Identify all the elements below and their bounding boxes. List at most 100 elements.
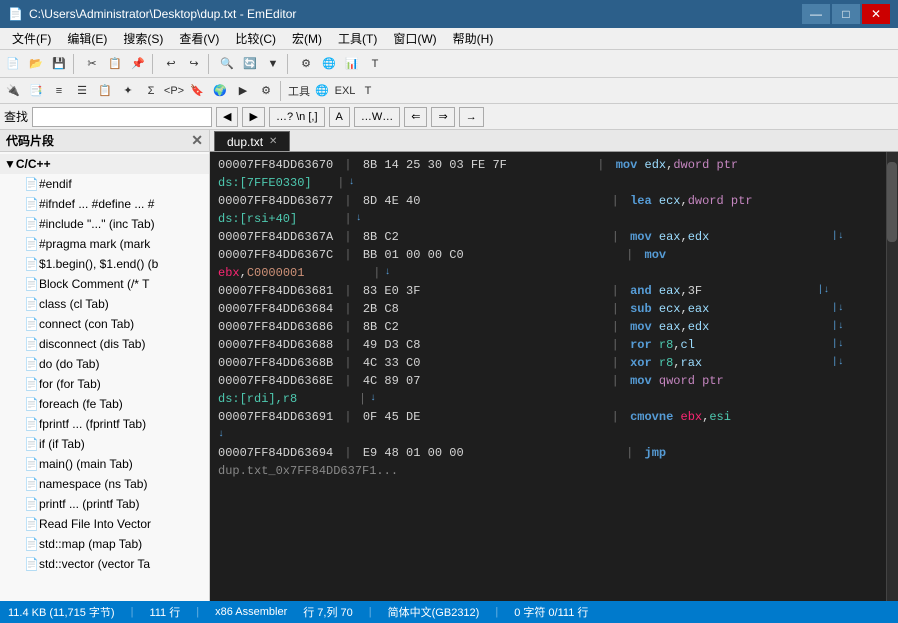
paste-button[interactable]: 📌 xyxy=(127,53,149,75)
app-icon: 📄 xyxy=(8,7,23,21)
tree-item-4[interactable]: 📄 $1.begin(), $1.end() (b xyxy=(0,254,209,274)
copy-button[interactable]: 📋 xyxy=(104,53,126,75)
tree-item-11[interactable]: 📄 foreach (fe Tab) xyxy=(0,394,209,414)
filter-button[interactable]: ▼ xyxy=(262,53,284,75)
new-button[interactable]: 📄 xyxy=(2,53,24,75)
vertical-scrollbar[interactable] xyxy=(886,152,898,601)
find-button[interactable]: 🔍 xyxy=(216,53,238,75)
maximize-button[interactable]: □ xyxy=(832,4,860,24)
menu-tools[interactable]: 工具(T) xyxy=(330,28,385,49)
plugin-btn-2[interactable]: 📑 xyxy=(25,80,47,102)
snippet-icon-5: 📄 xyxy=(24,277,39,291)
code-line-17: 00007FF84DD63694 | E9 48 01 00 00 | jmp xyxy=(218,444,878,462)
tree-item-2[interactable]: 📄 #include "..." (inc Tab) xyxy=(0,214,209,234)
menu-help[interactable]: 帮助(H) xyxy=(445,28,502,49)
tree-item-9[interactable]: 📄 do (do Tab) xyxy=(0,354,209,374)
plugin-btn-8[interactable]: <P> xyxy=(163,80,185,102)
tree-item-14[interactable]: 📄 main() (main Tab) xyxy=(0,454,209,474)
find-arrow1-button[interactable]: ⇐ xyxy=(404,107,427,127)
plugin-btn-10[interactable]: 🌍 xyxy=(209,80,231,102)
tree-item-13[interactable]: 📄 if (if Tab) xyxy=(0,434,209,454)
snippet-icon-15: 📄 xyxy=(24,477,39,491)
web-btn[interactable]: 🌐 xyxy=(311,80,333,102)
ext-btn[interactable]: EXL xyxy=(334,80,356,102)
tree-item-16[interactable]: 📄 printf ... (printf Tab) xyxy=(0,494,209,514)
plugin-btn-4[interactable]: ☰ xyxy=(71,80,93,102)
replace-button[interactable]: 🔄 xyxy=(239,53,261,75)
status-position: 行 7,列 70 xyxy=(303,604,353,620)
tool-btn-3[interactable]: 📊 xyxy=(341,53,363,75)
tree-item-12[interactable]: 📄 fprintf ... (fprintf Tab) xyxy=(0,414,209,434)
redo-button[interactable]: ↪ xyxy=(183,53,205,75)
tree-item-10[interactable]: 📄 for (for Tab) xyxy=(0,374,209,394)
snippet-icon-8: 📄 xyxy=(24,337,39,351)
tree-item-15[interactable]: 📄 namespace (ns Tab) xyxy=(0,474,209,494)
menu-search[interactable]: 搜索(S) xyxy=(115,28,171,49)
title-text: C:\Users\Administrator\Desktop\dup.txt -… xyxy=(29,7,296,21)
tree-item-0[interactable]: 📄 #endif xyxy=(0,174,209,194)
save-button[interactable]: 💾 xyxy=(48,53,70,75)
tree-item-7[interactable]: 📄 connect (con Tab) xyxy=(0,314,209,334)
find-arrow2-button[interactable]: ⇒ xyxy=(431,107,454,127)
menu-macro[interactable]: 宏(M) xyxy=(284,28,330,49)
find-prev-button[interactable]: ◀ xyxy=(216,107,238,127)
tool-btn-1[interactable]: ⚙ xyxy=(295,53,317,75)
tree-item-6[interactable]: 📄 class (cl Tab) xyxy=(0,294,209,314)
minimize-button[interactable]: — xyxy=(802,4,830,24)
find-action-button[interactable]: → xyxy=(459,107,484,127)
tree-item-3[interactable]: 📄 #pragma mark (mark xyxy=(0,234,209,254)
undo-button[interactable]: ↩ xyxy=(160,53,182,75)
snippet-icon-10: 📄 xyxy=(24,377,39,391)
tree-item-8[interactable]: 📄 disconnect (dis Tab) xyxy=(0,334,209,354)
tab-close-icon[interactable]: ✕ xyxy=(269,136,277,147)
plugin-btn-9[interactable]: 🔖 xyxy=(186,80,208,102)
toolbar-separator-4 xyxy=(287,54,292,74)
menu-file[interactable]: 文件(F) xyxy=(4,28,59,49)
find-regex-button[interactable]: A xyxy=(329,107,350,127)
code-line-6: 00007FF84DD6367C | BB 01 00 00 C0 | mov xyxy=(218,246,878,264)
status-encoding: x86 Assembler xyxy=(215,606,287,618)
snippet-icon-19: 📄 xyxy=(24,557,39,571)
tool-btn-2[interactable]: 🌐 xyxy=(318,53,340,75)
text-btn[interactable]: T xyxy=(357,80,379,102)
plugin-btn-11[interactable]: ▶ xyxy=(232,80,254,102)
tree-item-17[interactable]: 📄 Read File Into Vector xyxy=(0,514,209,534)
tab-bar: dup.txt ✕ xyxy=(210,130,898,152)
plugin-btn-5[interactable]: 📋 xyxy=(94,80,116,102)
plugin-btn-12[interactable]: ⚙ xyxy=(255,80,277,102)
tree-item-label-8: disconnect (dis Tab) xyxy=(39,337,146,351)
menu-edit[interactable]: 编辑(E) xyxy=(59,28,115,49)
plugin-btn-3[interactable]: ≡ xyxy=(48,80,70,102)
code-line-7: ebx,C0000001 |↓ xyxy=(218,264,878,282)
menu-view[interactable]: 查看(V) xyxy=(171,28,227,49)
menu-compare[interactable]: 比较(C) xyxy=(227,28,284,49)
snippet-icon-1: 📄 xyxy=(24,197,39,211)
code-line-9: 00007FF84DD63684 | 2B C8 | sub ecx,eax |… xyxy=(218,300,878,318)
tree-item-5[interactable]: 📄 Block Comment (/* T xyxy=(0,274,209,294)
snippet-icon-4: 📄 xyxy=(24,257,39,271)
code-line-10: 00007FF84DD63686 | 8B C2 | mov eax,edx |… xyxy=(218,318,878,336)
close-button[interactable]: ✕ xyxy=(862,4,890,24)
find-w-button[interactable]: …W… xyxy=(354,107,400,127)
snippet-icon-7: 📄 xyxy=(24,317,39,331)
tab-dup-txt[interactable]: dup.txt ✕ xyxy=(214,131,290,151)
tree-item-19[interactable]: 📄 std::vector (vector Ta xyxy=(0,554,209,574)
plugin-btn-1[interactable]: 🔌 xyxy=(2,80,24,102)
code-editor[interactable]: 00007FF84DD63670 | 8B 14 25 30 03 FE 7F … xyxy=(210,152,886,601)
open-button[interactable]: 📂 xyxy=(25,53,47,75)
find-next-button[interactable]: ▶ xyxy=(242,107,264,127)
tree-item-18[interactable]: 📄 std::map (map Tab) xyxy=(0,534,209,554)
status-charset: 简体中文(GB2312) xyxy=(388,604,480,620)
find-input[interactable] xyxy=(32,107,212,127)
cut-button[interactable]: ✂ xyxy=(81,53,103,75)
tool-btn-4[interactable]: T xyxy=(364,53,386,75)
tree-item-1[interactable]: 📄 #ifndef ... #define ... # xyxy=(0,194,209,214)
find-options-button[interactable]: …? \n [,] xyxy=(269,107,325,127)
status-filesize: 11.4 KB (11,715 字节) xyxy=(8,604,115,620)
menu-window[interactable]: 窗口(W) xyxy=(385,28,444,49)
panel-close-button[interactable]: ✕ xyxy=(191,132,203,149)
snippet-icon-9: 📄 xyxy=(24,357,39,371)
plugin-btn-7[interactable]: Σ xyxy=(140,80,162,102)
tree-group-cpp[interactable]: ▼ C/C++ xyxy=(0,154,209,174)
plugin-btn-6[interactable]: ✦ xyxy=(117,80,139,102)
